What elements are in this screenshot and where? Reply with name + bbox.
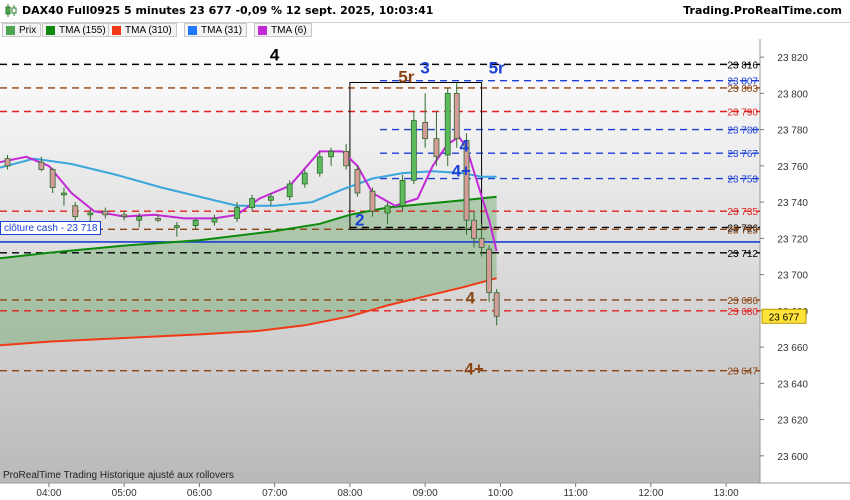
candle-body [249,198,255,208]
candle-body [4,158,11,167]
x-tick-label: 10:00 [488,488,513,499]
candle-body [102,210,109,216]
candle-body [173,225,180,228]
candle-body [354,169,361,194]
y-tick-label: 23 700 [777,271,808,282]
candle-body [384,205,391,214]
level-label: 23 686 [727,296,758,307]
candle-body [486,248,493,294]
candle-body [444,92,451,156]
footer-note: ProRealTime Trading Historique ajusté au… [3,470,234,481]
candle-body [399,179,406,207]
candle-body [286,183,293,198]
x-tick-label: 07:00 [262,488,287,499]
candle-body [121,214,128,217]
x-tick-label: 13:00 [714,488,739,499]
level-label: 23 767 [727,149,758,160]
wave-label: 5r [489,58,505,77]
level-label: 23 680 [727,307,758,318]
candle-body [410,120,417,181]
level-label: 23 780 [727,126,758,137]
candle-body [87,212,94,216]
x-tick-label: 08:00 [337,488,362,499]
level-label: 23 803 [727,84,758,95]
candle-body [493,292,500,317]
wave-label: 5r [398,67,414,86]
candle-body [136,216,143,221]
y-tick-label: 23 660 [777,343,808,354]
wave-label: 4 [460,136,470,155]
wave-label: 4 [466,289,476,308]
candle-body [234,207,240,219]
level-label: 23 753 [727,175,758,186]
candle-body [192,219,199,227]
x-tick-label: 05:00 [112,488,137,499]
y-tick-label: 23 600 [777,452,808,463]
y-tick-label: 23 620 [777,416,808,427]
candle-body [301,172,308,185]
candle-body [471,219,477,239]
candle-body [316,156,323,174]
candle-body [72,205,79,218]
x-tick-label: 04:00 [36,488,61,499]
y-tick-label: 23 640 [777,379,808,390]
y-tick-label: 23 720 [777,234,808,245]
candle-body [49,169,56,189]
y-tick-label: 23 760 [777,162,808,173]
candle-body [211,218,218,223]
y-tick-label: 23 820 [777,53,808,64]
wave-label: 4+ [464,359,483,378]
candle-body [369,190,376,212]
cash-close-label: clôture cash - 23 718 [0,221,102,235]
x-tick-label: 12:00 [638,488,663,499]
wave-label: 4+ [452,162,471,181]
candle-body [61,192,67,196]
level-label: 23 647 [727,367,758,378]
candle-body [38,161,45,170]
price-chart[interactable]: 23 600 23 620 23 640 23 660 23 680 23 700 23 7… [0,0,850,500]
level-label: 23 712 [727,249,758,260]
candle-body [328,150,334,158]
candle-body [155,218,161,221]
level-label: 23 790 [727,107,758,118]
last-price-label: 23 677 [769,312,800,323]
wave-label: 2 [355,211,364,230]
candle-body [478,237,485,248]
y-tick-label: 23 800 [777,89,808,100]
wave-label: 3 [420,58,429,77]
level-label: 23 735 [727,207,758,218]
candle-body [343,150,350,167]
y-tick-label: 23 780 [777,126,808,137]
candle-body [422,121,429,140]
level-label: 23 816 [727,60,758,71]
level-label: 23 725 [727,225,758,236]
candle-body [453,92,460,140]
x-tick-label: 11:00 [563,488,588,499]
y-tick-label: 23 740 [777,198,808,209]
wave-label: 4 [270,46,280,65]
candle-body [267,196,274,201]
x-tick-label: 06:00 [187,488,212,499]
candle-body [433,138,440,158]
x-tick-label: 09:00 [413,488,438,499]
